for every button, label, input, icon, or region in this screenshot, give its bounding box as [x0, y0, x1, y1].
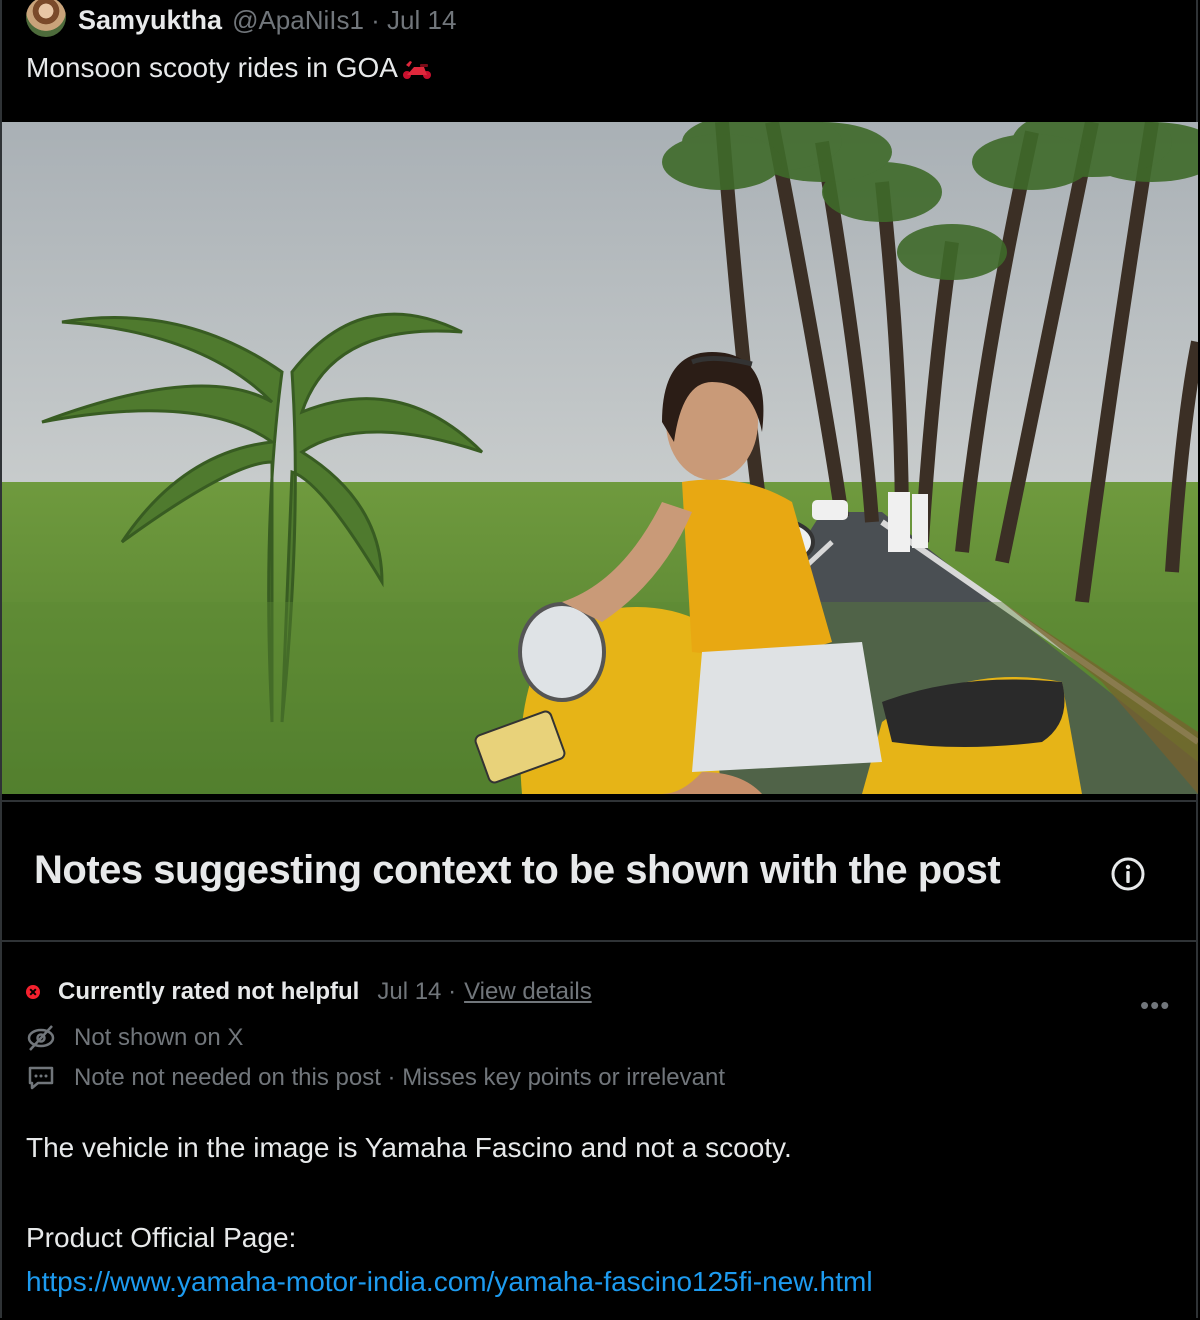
divider-notes: [2, 940, 1198, 942]
comment-icon: [28, 1066, 54, 1090]
note-status-row: Currently rated not helpful Jul 14 · Vie…: [26, 978, 592, 1006]
scooter-emoji-icon: [402, 61, 431, 79]
reason-text: Note not needed on this post · Misses ke…: [74, 1064, 725, 1091]
not-shown-row: Not shown on X: [26, 1024, 243, 1052]
post-text-content: Monsoon scooty rides in GOA: [26, 52, 398, 83]
note-source-link[interactable]: https://www.yamaha-motor-india.com/yamah…: [26, 1266, 873, 1298]
view-details-link[interactable]: View details: [464, 978, 592, 1006]
note-status: Currently rated not helpful: [58, 978, 360, 1005]
not-helpful-icon: [26, 985, 40, 999]
note-body-line2: Product Official Page:: [26, 1222, 297, 1253]
info-icon[interactable]: [1110, 856, 1146, 892]
note-date: Jul 14 ·: [377, 978, 457, 1005]
post-photo[interactable]: [2, 122, 1198, 794]
reason-row: Note not needed on this post · Misses ke…: [26, 1064, 725, 1092]
more-options-icon[interactable]: •••: [1140, 990, 1170, 1021]
avatar[interactable]: [26, 0, 66, 37]
not-shown-text: Not shown on X: [74, 1024, 244, 1051]
divider-top: [2, 800, 1198, 802]
photo-scene: [2, 122, 1198, 794]
notes-section-title: Notes suggesting context to be shown wit…: [34, 848, 1001, 892]
author-name[interactable]: Samyuktha: [78, 5, 222, 36]
post-header: Samyuktha @ApaNiIs1 · Jul 14: [26, 0, 456, 40]
post-text: Monsoon scooty rides in GOA: [26, 52, 434, 84]
eye-slash-icon: [27, 1025, 55, 1051]
handle-date[interactable]: @ApaNiIs1 · Jul 14: [232, 5, 456, 36]
note-body-line1: The vehicle in the image is Yamaha Fasci…: [26, 1132, 792, 1163]
